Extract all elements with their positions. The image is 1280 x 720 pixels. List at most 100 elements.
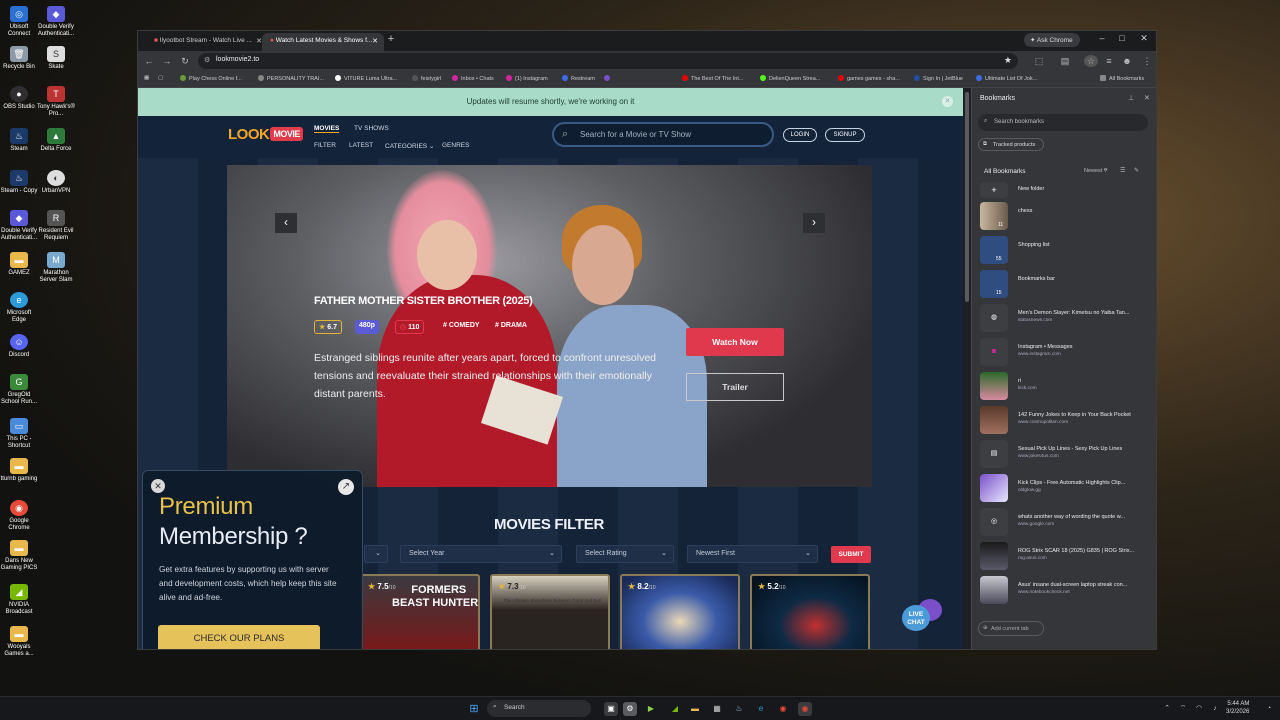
bookmark-item[interactable]: ◙ Instagram • Messages www.instagram.com	[980, 337, 1152, 367]
desktop-icon-deltaforce[interactable]: ▲ Delta Force	[36, 128, 76, 153]
desktop-icon-doubleverify-2[interactable]: ◆ Double Verify Authenticati...	[0, 210, 38, 242]
movie-poster[interactable]: ★ 7.5/10 FORMERS BEAST HUNTERS	[360, 574, 480, 649]
nvidia-icon[interactable]: ◢	[668, 702, 682, 716]
desktop-icon-thispc[interactable]: ▭ This PC - Shortcut	[0, 418, 38, 450]
address-bar[interactable]: ⚙ lookmovie2.to ★	[198, 53, 1018, 69]
bookmark-item[interactable]: ◍ Men's Demon Slayer: Kimetsu no Yaiba Ta…	[980, 303, 1152, 333]
close-icon[interactable]: ✕	[942, 96, 953, 107]
desktop-icon-edge[interactable]: e Microsoft Edge	[0, 292, 38, 324]
desktop-icon-skate[interactable]: S Skate	[36, 46, 76, 71]
sort-dropdown[interactable]: Newest ⩢	[1084, 168, 1107, 175]
file-explorer-icon[interactable]: ▬	[688, 702, 702, 716]
movie-poster[interactable]: ★ 7.3/10 The Ultimate Showdown Between G…	[490, 574, 610, 649]
game-launcher-icon[interactable]: ▶	[644, 702, 658, 716]
genre-tag[interactable]: # DRAMA	[491, 320, 531, 334]
signup-button[interactable]: SIGNUP	[825, 128, 865, 142]
desktop-icon-wooyals[interactable]: ▬ Wooyals Games a...	[0, 626, 38, 658]
tab-ilyootbot[interactable]: ■ Ilyootbot Stream - Watch Live ... ✕	[146, 33, 268, 51]
folder-bookmarks-bar[interactable]: 15 Bookmarks bar	[980, 269, 1152, 299]
chrome-icon[interactable]: ◉	[776, 702, 790, 716]
task-view-icon[interactable]: ▣	[604, 702, 618, 716]
maximize-button[interactable]: □	[1112, 33, 1132, 47]
start-icon[interactable]: ⊞	[467, 702, 481, 716]
nav-filter[interactable]: FILTER	[314, 142, 336, 149]
bookmark-item[interactable]: Asus' insane dual-screen laptop streak c…	[980, 575, 1152, 605]
login-button[interactable]: LOGIN	[783, 128, 817, 142]
add-current-tab-button[interactable]: ⊕ Add current tab	[978, 621, 1044, 636]
taskbar-search[interactable]: ⌕ Search	[487, 700, 591, 717]
page-scrollbar[interactable]	[963, 88, 971, 649]
steam-icon[interactable]: ♨	[732, 702, 746, 716]
slider-next-button[interactable]: ›	[803, 213, 825, 233]
network-icon[interactable]: ⌔	[1176, 702, 1190, 716]
search-input[interactable]: ⌕ Search for a Movie or TV Show	[552, 122, 774, 147]
desktop-icon-recycle[interactable]: 🗑 Recycle Bin	[0, 46, 38, 71]
desktop-icon-obs[interactable]: ● OBS Studio	[0, 86, 38, 111]
nav-categories[interactable]: CATEGORIES ⌄	[385, 142, 434, 150]
desktop-icon-ubisoft[interactable]: ◎ Ubisoft Connect	[0, 6, 38, 38]
volume-icon[interactable]: ♪	[1208, 702, 1222, 716]
bookmark-personality[interactable]: PERSONALITY TRAI...	[258, 75, 324, 82]
bookmark-games[interactable]: games games - sha...	[838, 75, 900, 82]
movie-poster[interactable]: ★ 5.2/10	[750, 574, 870, 649]
close-icon[interactable]: ✕	[1144, 94, 1150, 102]
bookmark-feistygirl[interactable]: feistygirl	[412, 75, 441, 82]
desktop-icon-steam-copy[interactable]: ♨ Steam - Copy	[0, 170, 38, 195]
bookmark-item[interactable]: ROG Strix SCAR 18 (2025) G835 | ROG Stri…	[980, 541, 1152, 571]
close-window-button[interactable]: ✕	[1134, 33, 1154, 47]
back-icon[interactable]: ←	[142, 55, 156, 67]
new-tab-button[interactable]: +	[384, 33, 398, 47]
edit-icon[interactable]: ✎	[1134, 167, 1139, 174]
customize-icon[interactable]: ≡	[1102, 55, 1116, 67]
settings-icon[interactable]: ⚙	[623, 702, 637, 716]
pin-icon[interactable]: ⊥	[1128, 94, 1134, 102]
desktop-icon-residentevil[interactable]: R Resident Evil Requiem	[36, 210, 76, 242]
select-genre[interactable]: ⌄	[364, 545, 388, 563]
bookmark-purple[interactable]	[604, 75, 613, 82]
watch-now-button[interactable]: Watch Now	[686, 328, 784, 356]
genre-tag[interactable]: # COMEDY	[439, 320, 484, 334]
bookmark-jokes[interactable]: Ultimate List Of Jok...	[976, 75, 1037, 82]
desktop-icon-discord[interactable]: ☺ Discord	[0, 334, 38, 359]
tracked-products-chip[interactable]: ⧉ Tracked products	[978, 138, 1044, 151]
minimize-button[interactable]: –	[1092, 33, 1112, 47]
desktop-icon-gamingpics[interactable]: ▬ Dans New Gaming PICS	[0, 540, 38, 572]
clock[interactable]: 5:44 AM 3/2/2026	[1226, 700, 1249, 716]
nav-latest[interactable]: LATEST	[349, 142, 373, 149]
bookmark-chess[interactable]: Play Chess Online f...	[180, 75, 242, 82]
open-link-icon[interactable]: ↗	[338, 479, 354, 495]
desktop-icon-gamez[interactable]: ▬ GAMEZ	[0, 252, 38, 277]
check-plans-button[interactable]: CHECK OUR PLANS	[158, 625, 320, 649]
bookmark-jetblue[interactable]: Sign In | JetBlue	[914, 75, 963, 82]
bookmark-item[interactable]: 142 Funny Jokes to Keep in Your Back Poc…	[980, 405, 1152, 435]
desktop-icon-doubleverify[interactable]: ◆ Double Verify Authenticati...	[36, 6, 76, 38]
bookmarks-panel-icon[interactable]: ☆	[1084, 55, 1098, 67]
select-rating[interactable]: Select Rating ⌄	[576, 545, 674, 563]
slider-prev-button[interactable]: ‹	[275, 213, 297, 233]
apps-icon[interactable]: ▦	[144, 75, 149, 81]
bookmark-youtube[interactable]: The Best Of The Int...	[682, 75, 743, 82]
desktop-icon-nvidia[interactable]: ◢ NVIDIA Broadcast	[0, 584, 38, 616]
submit-button[interactable]: SUBMIT	[831, 546, 871, 563]
bookmark-star-icon[interactable]: ★	[1004, 55, 1012, 66]
menu-icon[interactable]: ⋮	[1140, 55, 1154, 67]
desktop-icon-chrome[interactable]: ◉ Google Chrome	[0, 500, 38, 532]
extension-icon[interactable]: ⬚	[1032, 55, 1046, 67]
bookmark-item[interactable]: Kick Clips - Free Automatic Highlights C…	[980, 473, 1152, 503]
wifi-icon[interactable]: ◠	[1192, 702, 1206, 716]
nav-genres[interactable]: GENRES	[442, 142, 469, 149]
bookmark-viture[interactable]: VITURE Luma Ultra...	[335, 75, 397, 82]
profile-icon[interactable]: ☻	[1120, 55, 1134, 67]
tab-lookmovie[interactable]: ● Watch Latest Movies & Shows f... ✕	[262, 33, 384, 51]
tab-search-icon[interactable]: ▢	[158, 75, 163, 81]
folder-shopping-list[interactable]: 55 Shopping list	[980, 235, 1152, 265]
notification-icon[interactable]: ◔	[1262, 702, 1276, 716]
trailer-button[interactable]: Trailer	[686, 373, 784, 401]
desktop-icon-marathon[interactable]: M Marathon Server Slam	[36, 252, 76, 284]
side-panel-icon[interactable]: ▤	[1058, 55, 1072, 67]
list-view-icon[interactable]: ☰	[1120, 167, 1125, 174]
select-sort[interactable]: Newest First ⌄	[687, 545, 818, 563]
nav-movies[interactable]: MOVIES	[314, 125, 340, 133]
reload-icon[interactable]: ↻	[178, 55, 192, 67]
desktop-icon-oldschool[interactable]: G GregOld School Run...	[0, 374, 38, 406]
